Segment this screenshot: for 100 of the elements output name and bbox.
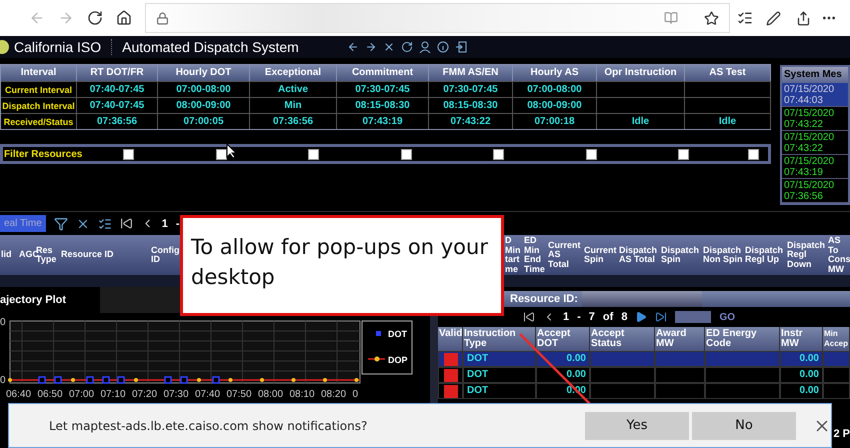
- panel-title: System Mes: [782, 67, 848, 83]
- refresh-icon[interactable]: [400, 41, 413, 53]
- column-header[interactable]: Dispatch Non Spin: [702, 246, 744, 264]
- next-page-icon[interactable]: [635, 311, 648, 323]
- column-header[interactable]: Instr MW: [780, 327, 823, 351]
- legend-marker-icon: [376, 331, 381, 336]
- row-label: Current Interval: [1, 81, 77, 97]
- table-cell: DOT: [463, 383, 536, 399]
- message-item[interactable]: 07/15/2020 07:36:56: [782, 179, 848, 203]
- first-page-icon[interactable]: [120, 217, 133, 230]
- column-header[interactable]: Instruction Type: [463, 327, 536, 351]
- checklist-icon[interactable]: [98, 216, 112, 230]
- table-cell: 07:40-07:45: [77, 81, 158, 97]
- cursor-icon: [226, 143, 238, 159]
- axis-label: 07:00: [69, 389, 94, 400]
- message-item[interactable]: 07/15/2020 07:43:22: [782, 131, 848, 155]
- column-header[interactable]: Min Accep: [823, 327, 850, 351]
- axis-label: 07:50: [226, 389, 252, 400]
- checkbox[interactable]: [586, 149, 597, 160]
- pager-text: of: [602, 311, 614, 323]
- table-cell: 07:00-08:00: [513, 81, 597, 97]
- user-icon[interactable]: [418, 41, 431, 53]
- message-item[interactable]: 07/15/2020 07:44:03: [782, 83, 848, 107]
- pager-text: 1: [563, 311, 570, 323]
- table-cell: Active: [250, 81, 337, 97]
- pager-text: 8: [621, 311, 628, 323]
- column-header[interactable]: Dispatch Spin: [660, 246, 702, 264]
- column-header[interactable]: ED Min End Time: [523, 236, 547, 274]
- go-link[interactable]: GO: [719, 312, 735, 322]
- column-header[interactable]: Accept Status: [590, 327, 655, 351]
- filter-icon[interactable]: [54, 216, 68, 230]
- column-header: Exceptional: [250, 65, 337, 81]
- axis-label: 0: [0, 317, 6, 328]
- column-header: AS Test: [685, 65, 771, 81]
- checkbox[interactable]: [401, 149, 412, 160]
- table-cell: 0.00: [780, 351, 823, 367]
- column-header: Commitment: [337, 65, 429, 81]
- column-header[interactable]: Current AS Total: [547, 240, 583, 270]
- column-header[interactable]: Award MW: [655, 327, 705, 351]
- axis-label: 06:50: [38, 389, 63, 400]
- checkbox[interactable]: [123, 149, 134, 160]
- logo-icon: [0, 40, 10, 54]
- address-field[interactable]: [144, 3, 730, 33]
- column-header: RT DOT/FR: [77, 65, 158, 81]
- column-header[interactable]: lid: [0, 250, 18, 260]
- axis-label: 07:30: [164, 389, 189, 400]
- column-header: Hourly AS: [513, 65, 597, 81]
- checkbox[interactable]: [493, 149, 504, 160]
- star-icon[interactable]: [704, 10, 719, 26]
- column-header[interactable]: Valid: [438, 327, 463, 351]
- table-cell: 08:15-08:30: [429, 97, 513, 113]
- checkbox[interactable]: [216, 149, 227, 160]
- exit-icon[interactable]: [454, 41, 467, 53]
- row-label: Dispatch Interval: [1, 97, 77, 113]
- message-item[interactable]: 07/15/2020 07:43:19: [782, 155, 848, 179]
- column-header[interactable]: Dispatch Regl Down: [786, 240, 827, 270]
- forward-icon[interactable]: [364, 41, 377, 53]
- table-cell: [823, 367, 850, 383]
- column-header[interactable]: Resource ID: [60, 250, 150, 260]
- first-page-icon[interactable]: [523, 311, 535, 323]
- table-cell: 0.00: [536, 351, 590, 367]
- column-header[interactable]: Accept DOT: [536, 327, 590, 351]
- column-header: Interval: [1, 65, 77, 81]
- back-icon[interactable]: [346, 41, 359, 53]
- pager-text: -: [577, 311, 581, 323]
- message-item[interactable]: 07/15/2020 07:43:22: [782, 107, 848, 131]
- page-field[interactable]: [675, 311, 712, 323]
- filter-label: Filter Resources: [4, 148, 84, 160]
- column-header[interactable]: D Min tart me: [504, 236, 523, 274]
- column-header: Hourly DOT: [158, 65, 250, 81]
- table-cell: 0.00: [780, 367, 823, 383]
- status-text: 2 P: [833, 428, 850, 440]
- axis-label: 0: [0, 375, 6, 386]
- checkbox[interactable]: [748, 149, 759, 160]
- column-header[interactable]: Current Spin: [583, 246, 618, 264]
- column-header[interactable]: Dispatch AS Total: [618, 246, 660, 264]
- table-cell: DOT: [463, 351, 536, 367]
- info-icon[interactable]: [436, 41, 449, 53]
- column-header[interactable]: Dispatch Regl Up: [744, 246, 786, 264]
- checkbox[interactable]: [678, 149, 689, 160]
- last-page-icon[interactable]: [655, 311, 668, 323]
- table-cell: [655, 367, 705, 383]
- axis-label: 08:10: [290, 389, 315, 400]
- reading-view-icon[interactable]: [664, 11, 678, 25]
- column-header[interactable]: ED Energy Code: [705, 327, 780, 351]
- table-cell: Idle: [597, 113, 685, 129]
- table-cell: Idle: [685, 113, 771, 129]
- table-cell: 0.00: [780, 383, 823, 399]
- table-cell: [655, 351, 705, 367]
- column-header[interactable]: Config ID: [150, 246, 180, 264]
- notification-button[interactable]: No: [692, 412, 796, 440]
- table-cell: 0.00: [536, 367, 590, 383]
- axis-label: 07:10: [100, 389, 126, 400]
- checkbox[interactable]: [308, 149, 319, 160]
- notification-button[interactable]: Yes: [585, 412, 689, 440]
- close-icon[interactable]: [382, 41, 395, 53]
- table-cell: [590, 383, 655, 399]
- callout-tooltip: To allow for pop-ups on your desktop: [180, 215, 504, 316]
- column-header[interactable]: AS To Cons MW: [827, 236, 850, 274]
- row-label: Received/Status: [1, 113, 77, 129]
